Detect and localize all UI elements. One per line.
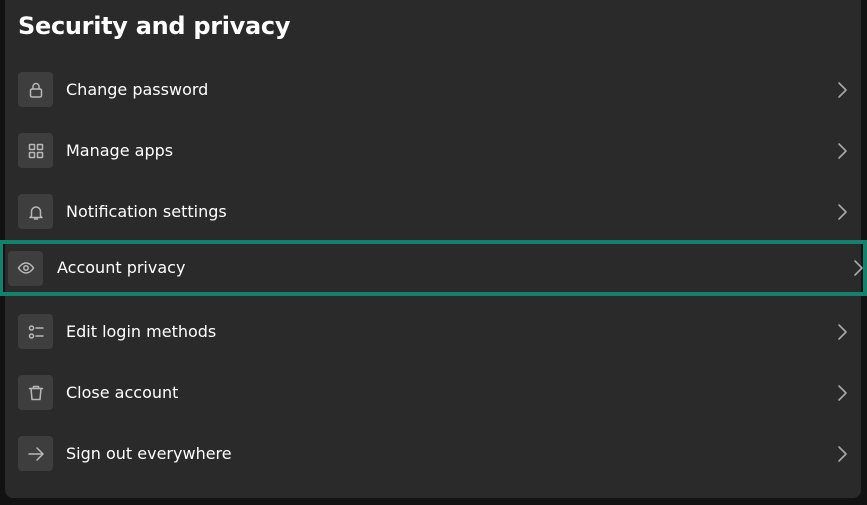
bell-icon xyxy=(18,194,53,229)
chevron-right-icon xyxy=(835,445,849,463)
chevron-right-icon xyxy=(835,81,849,99)
trash-icon xyxy=(18,375,53,410)
chevron-right-icon xyxy=(851,259,865,277)
chevron-right-icon xyxy=(835,384,849,402)
settings-item-manage-apps[interactable]: Manage apps xyxy=(5,120,861,181)
settings-item-label: Notification settings xyxy=(66,201,227,221)
settings-item-label: Close account xyxy=(66,382,179,402)
chevron-right-icon xyxy=(835,203,849,221)
settings-item-label: Edit login methods xyxy=(66,321,217,341)
arrow-right-icon xyxy=(18,436,53,471)
chevron-right-icon xyxy=(835,323,849,341)
settings-item-account-privacy[interactable]: Account privacy xyxy=(0,240,867,296)
chevron-right-icon xyxy=(835,142,849,160)
eye-icon xyxy=(8,250,43,286)
settings-item-label: Sign out everywhere xyxy=(66,443,232,463)
grid-icon xyxy=(18,133,53,168)
settings-item-sign-out-everywhere[interactable]: Sign out everywhere xyxy=(5,423,861,484)
lock-icon xyxy=(18,72,53,107)
settings-item-label: Change password xyxy=(66,79,209,99)
security-privacy-panel: Security and privacy Change password Man… xyxy=(0,0,867,498)
settings-item-label: Account privacy xyxy=(57,258,186,277)
settings-item-edit-login-methods[interactable]: Edit login methods xyxy=(5,301,861,362)
settings-item-change-password[interactable]: Change password xyxy=(5,59,861,120)
settings-item-notification-settings[interactable]: Notification settings xyxy=(5,181,861,242)
settings-item-label: Manage apps xyxy=(66,140,174,160)
page-title: Security and privacy xyxy=(18,12,291,40)
settings-item-close-account[interactable]: Close account xyxy=(5,362,861,423)
settings-list: Change password Manage apps Notification… xyxy=(0,59,867,484)
list-options-icon xyxy=(18,314,53,349)
